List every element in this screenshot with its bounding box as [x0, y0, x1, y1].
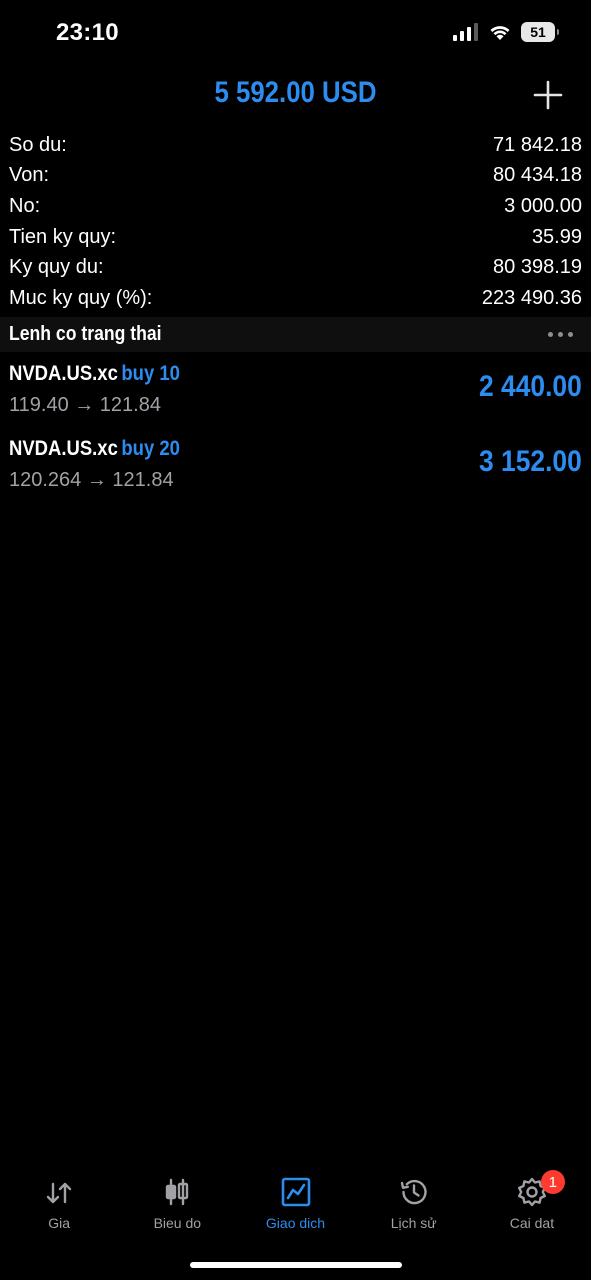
status-bar: 23:10 51 — [0, 0, 591, 70]
tab-charts[interactable]: Bieu do — [118, 1160, 236, 1250]
position-item[interactable]: NVDA.US.xc buy 20 120.264 → 121.84 3 152.… — [0, 431, 591, 506]
row-label: Von: — [9, 164, 50, 187]
row-value: 35.99 — [531, 225, 582, 248]
tab-trade[interactable]: Giao dich — [236, 1160, 354, 1250]
row-label: Ky quy du: — [9, 256, 104, 279]
credit-row: No: 3 000.00 — [0, 191, 591, 222]
positions-section-header: Lenh co trang thai — [0, 317, 591, 352]
position-prices: 119.40 → 121.84 — [9, 394, 161, 416]
add-order-button[interactable] — [533, 80, 563, 110]
margin-level-row: Muc ky quy (%): 223 490.36 — [0, 283, 591, 314]
positions-list: NVDA.US.xc buy 10 119.40 → 121.84 2 440.0… — [0, 356, 591, 506]
position-profit: 3 152.00 — [479, 445, 582, 478]
notification-badge: 1 — [540, 1170, 565, 1194]
equity-title: 5 592.00 USD — [214, 76, 377, 109]
row-label: Muc ky quy (%): — [9, 286, 153, 309]
tab-label: Gia — [48, 1215, 70, 1231]
status-icons: 51 — [453, 22, 559, 42]
status-time: 23:10 — [56, 19, 119, 46]
history-icon — [400, 1179, 427, 1205]
wifi-icon — [490, 26, 510, 40]
row-value: 80 398.19 — [493, 256, 582, 279]
row-label: So du: — [9, 133, 67, 156]
position-symbol: NVDA.US.xc — [9, 437, 118, 460]
row-value: 223 490.36 — [481, 286, 582, 309]
row-value: 80 434.18 — [493, 164, 582, 187]
cellular-signal-icon — [453, 23, 478, 41]
free-margin-row: Ky quy du: 80 398.19 — [0, 252, 591, 283]
battery-level: 51 — [530, 24, 546, 40]
header: 5 592.00 USD — [0, 72, 591, 122]
equity-row: Von: 80 434.18 — [0, 161, 591, 192]
position-symbol: NVDA.US.xc — [9, 362, 118, 385]
margin-row: Tien ky quy: 35.99 — [0, 222, 591, 253]
position-prices: 120.264 → 121.84 — [9, 469, 174, 491]
balance-row: So du: 71 842.18 — [0, 130, 591, 161]
section-title: Lenh co trang thai — [9, 323, 162, 345]
position-type: buy 10 — [121, 362, 180, 385]
row-value: 71 842.18 — [493, 133, 582, 156]
more-options-icon[interactable] — [548, 332, 573, 337]
account-summary: So du: 71 842.18 Von: 80 434.18 No: 3 00… — [0, 130, 591, 314]
row-value: 3 000.00 — [504, 194, 582, 217]
tab-label: Giao dich — [265, 1215, 326, 1231]
candlestick-icon — [166, 1178, 189, 1206]
tab-bar: Gia Bieu do Giao dich Lịch sử 1 Cai dat — [0, 1160, 591, 1250]
battery-icon: 51 — [521, 22, 559, 42]
row-label: Tien ky quy: — [9, 225, 117, 248]
position-type: buy 20 — [121, 437, 180, 460]
position-header: NVDA.US.xc buy 20 — [9, 437, 180, 461]
arrows-updown-icon — [46, 1182, 72, 1204]
tab-settings[interactable]: 1 Cai dat — [473, 1160, 591, 1250]
tab-quotes[interactable]: Gia — [0, 1160, 118, 1250]
home-indicator — [190, 1262, 402, 1268]
position-header: NVDA.US.xc buy 10 — [9, 362, 180, 386]
tab-history[interactable]: Lịch sử — [355, 1160, 473, 1250]
position-item[interactable]: NVDA.US.xc buy 10 119.40 → 121.84 2 440.0… — [0, 356, 591, 431]
trade-chart-icon — [281, 1177, 310, 1207]
row-label: No: — [9, 194, 41, 217]
tab-label: Cai dat — [509, 1215, 555, 1231]
tab-label: Lịch sử — [390, 1215, 437, 1231]
position-profit: 2 440.00 — [479, 370, 582, 403]
tab-label: Bieu do — [153, 1215, 202, 1231]
